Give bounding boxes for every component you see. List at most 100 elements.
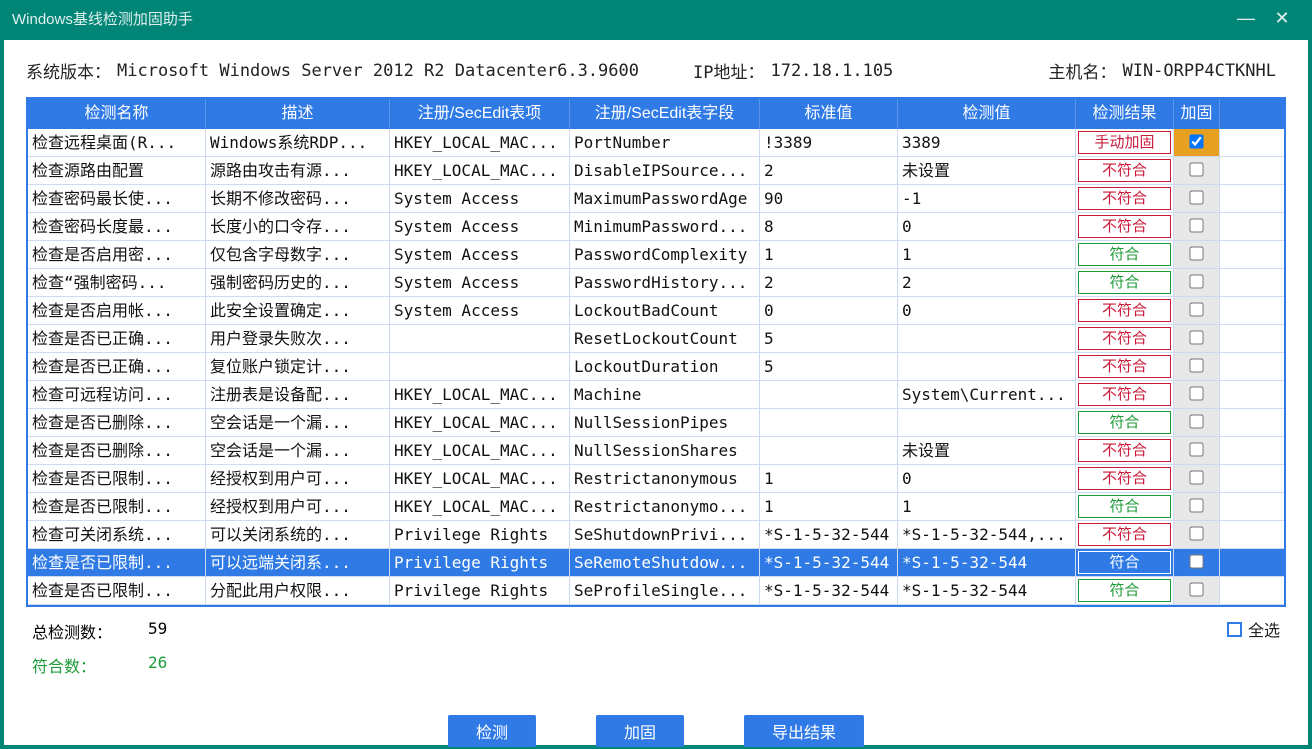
th-reg[interactable]: 注册/SecEdit表项	[390, 99, 570, 129]
harden-checkbox[interactable]	[1189, 358, 1203, 372]
cell: *S-1-5-32-544	[760, 549, 898, 576]
export-button[interactable]: 导出结果	[744, 715, 864, 747]
table-row[interactable]: 检查是否已限制...经授权到用户可...HKEY_LOCAL_MAC...Res…	[28, 465, 1284, 493]
harden-checkbox[interactable]	[1189, 582, 1203, 596]
minimize-icon[interactable]: —	[1228, 8, 1264, 29]
th-harden[interactable]: 加固	[1174, 99, 1220, 129]
harden-checkbox[interactable]	[1189, 442, 1203, 456]
cell	[760, 437, 898, 464]
harden-checkbox-cell[interactable]	[1174, 157, 1220, 184]
harden-checkbox-cell[interactable]	[1174, 381, 1220, 408]
harden-checkbox-cell[interactable]	[1174, 129, 1220, 156]
harden-checkbox[interactable]	[1189, 470, 1203, 484]
cell: SeShutdownPrivi...	[570, 521, 760, 548]
cell: Restrictanonymo...	[570, 493, 760, 520]
harden-checkbox[interactable]	[1189, 162, 1203, 176]
harden-checkbox-cell[interactable]	[1174, 465, 1220, 492]
table-row[interactable]: 检查是否启用帐...此安全设置确定...System AccessLockout…	[28, 297, 1284, 325]
harden-checkbox[interactable]	[1189, 414, 1203, 428]
table-row[interactable]: 检查是否已正确...复位账户锁定计...LockoutDuration5不符合	[28, 353, 1284, 381]
select-all-label: 全选	[1248, 617, 1280, 641]
harden-checkbox-cell[interactable]	[1174, 409, 1220, 436]
table-row[interactable]: 检查是否已删除...空会话是一个漏...HKEY_LOCAL_MAC...Nul…	[28, 437, 1284, 465]
cell: 0	[898, 297, 1076, 324]
result-cell: 不符合	[1076, 213, 1174, 240]
harden-checkbox[interactable]	[1189, 526, 1203, 540]
harden-checkbox-cell[interactable]	[1174, 185, 1220, 212]
result-cell: 符合	[1076, 241, 1174, 268]
th-std[interactable]: 标准值	[760, 99, 898, 129]
table-row[interactable]: 检查可远程访问...注册表是设备配...HKEY_LOCAL_MAC...Mac…	[28, 381, 1284, 409]
table-row[interactable]: 检查密码最长使...长期不修改密码...System AccessMaximum…	[28, 185, 1284, 213]
table-row[interactable]: 检查源路由配置源路由攻击有源...HKEY_LOCAL_MAC...Disabl…	[28, 157, 1284, 185]
table-row[interactable]: 检查远程桌面(R...Windows系统RDP...HKEY_LOCAL_MAC…	[28, 129, 1284, 157]
harden-checkbox-cell[interactable]	[1174, 241, 1220, 268]
table-row[interactable]: 检查“强制密码...强制密码历史的...System AccessPasswor…	[28, 269, 1284, 297]
th-val[interactable]: 检测值	[898, 99, 1076, 129]
cell: HKEY_LOCAL_MAC...	[390, 157, 570, 184]
cell: SeProfileSingle...	[570, 577, 760, 604]
cell: 仅包含字母数字...	[206, 241, 390, 268]
button-row: 检测 加固 导出结果	[448, 715, 864, 747]
harden-checkbox[interactable]	[1189, 302, 1203, 316]
table-row[interactable]: 检查是否已正确...用户登录失败次...ResetLockoutCount5不符…	[28, 325, 1284, 353]
harden-checkbox-cell[interactable]	[1174, 521, 1220, 548]
table-row[interactable]: 检查是否已限制...经授权到用户可...HKEY_LOCAL_MAC...Res…	[28, 493, 1284, 521]
harden-checkbox[interactable]	[1189, 330, 1203, 344]
harden-checkbox-cell[interactable]	[1174, 549, 1220, 576]
cell: 0	[898, 465, 1076, 492]
harden-checkbox[interactable]	[1189, 554, 1203, 568]
table-row[interactable]: 检查是否已删除...空会话是一个漏...HKEY_LOCAL_MAC...Nul…	[28, 409, 1284, 437]
table-row[interactable]: 检查是否已限制...分配此用户权限...Privilege RightsSePr…	[28, 577, 1284, 605]
table-row[interactable]: 检查是否已限制...可以远端关闭系...Privilege RightsSeRe…	[28, 549, 1284, 577]
close-icon[interactable]: ✕	[1264, 8, 1300, 29]
th-name[interactable]: 检测名称	[28, 99, 206, 129]
th-result[interactable]: 检测结果	[1076, 99, 1174, 129]
harden-checkbox[interactable]	[1189, 190, 1203, 204]
harden-checkbox[interactable]	[1189, 498, 1203, 512]
harden-button[interactable]: 加固	[596, 715, 684, 747]
cell: PortNumber	[570, 129, 760, 156]
harden-checkbox-cell[interactable]	[1174, 353, 1220, 380]
cell: 检查是否已限制...	[28, 493, 206, 520]
cell: 3389	[898, 129, 1076, 156]
cell: HKEY_LOCAL_MAC...	[390, 381, 570, 408]
os-label: 系统版本：	[26, 58, 111, 83]
host-value: WIN-ORPP4CTKNHL	[1122, 61, 1276, 81]
cell: 0	[898, 213, 1076, 240]
harden-checkbox[interactable]	[1189, 274, 1203, 288]
cell: 分配此用户权限...	[206, 577, 390, 604]
harden-checkbox-cell[interactable]	[1174, 297, 1220, 324]
th-field[interactable]: 注册/SecEdit表字段	[570, 99, 760, 129]
harden-checkbox-cell[interactable]	[1174, 325, 1220, 352]
harden-checkbox-cell[interactable]	[1174, 577, 1220, 604]
table-row[interactable]: 检查是否启用密...仅包含字母数字...System AccessPasswor…	[28, 241, 1284, 269]
select-all-checkbox-icon[interactable]	[1227, 622, 1242, 637]
cell: *S-1-5-32-544	[898, 577, 1076, 604]
harden-checkbox-cell[interactable]	[1174, 493, 1220, 520]
harden-checkbox[interactable]	[1189, 246, 1203, 260]
cell: DisableIPSource...	[570, 157, 760, 184]
cell: Privilege Rights	[390, 521, 570, 548]
cell: 检查是否已限制...	[28, 549, 206, 576]
cell: 可以远端关闭系...	[206, 549, 390, 576]
table-row[interactable]: 检查密码长度最...长度小的口令存...System AccessMinimum…	[28, 213, 1284, 241]
harden-checkbox-cell[interactable]	[1174, 437, 1220, 464]
harden-checkbox-cell[interactable]	[1174, 213, 1220, 240]
ip-value: 172.18.1.105	[770, 61, 893, 81]
harden-checkbox[interactable]	[1189, 134, 1203, 148]
detect-button[interactable]: 检测	[448, 715, 536, 747]
cell: 注册表是设备配...	[206, 381, 390, 408]
cell: 经授权到用户可...	[206, 493, 390, 520]
cell: PasswordHistory...	[570, 269, 760, 296]
cell: System Access	[390, 297, 570, 324]
table-body[interactable]: 检查远程桌面(R...Windows系统RDP...HKEY_LOCAL_MAC…	[28, 129, 1284, 605]
th-desc[interactable]: 描述	[206, 99, 390, 129]
cell: 此安全设置确定...	[206, 297, 390, 324]
harden-checkbox[interactable]	[1189, 386, 1203, 400]
harden-checkbox-cell[interactable]	[1174, 269, 1220, 296]
harden-checkbox[interactable]	[1189, 218, 1203, 232]
select-all[interactable]: 全选	[1227, 617, 1280, 641]
cell: 强制密码历史的...	[206, 269, 390, 296]
table-row[interactable]: 检查可关闭系统...可以关闭系统的...Privilege RightsSeSh…	[28, 521, 1284, 549]
